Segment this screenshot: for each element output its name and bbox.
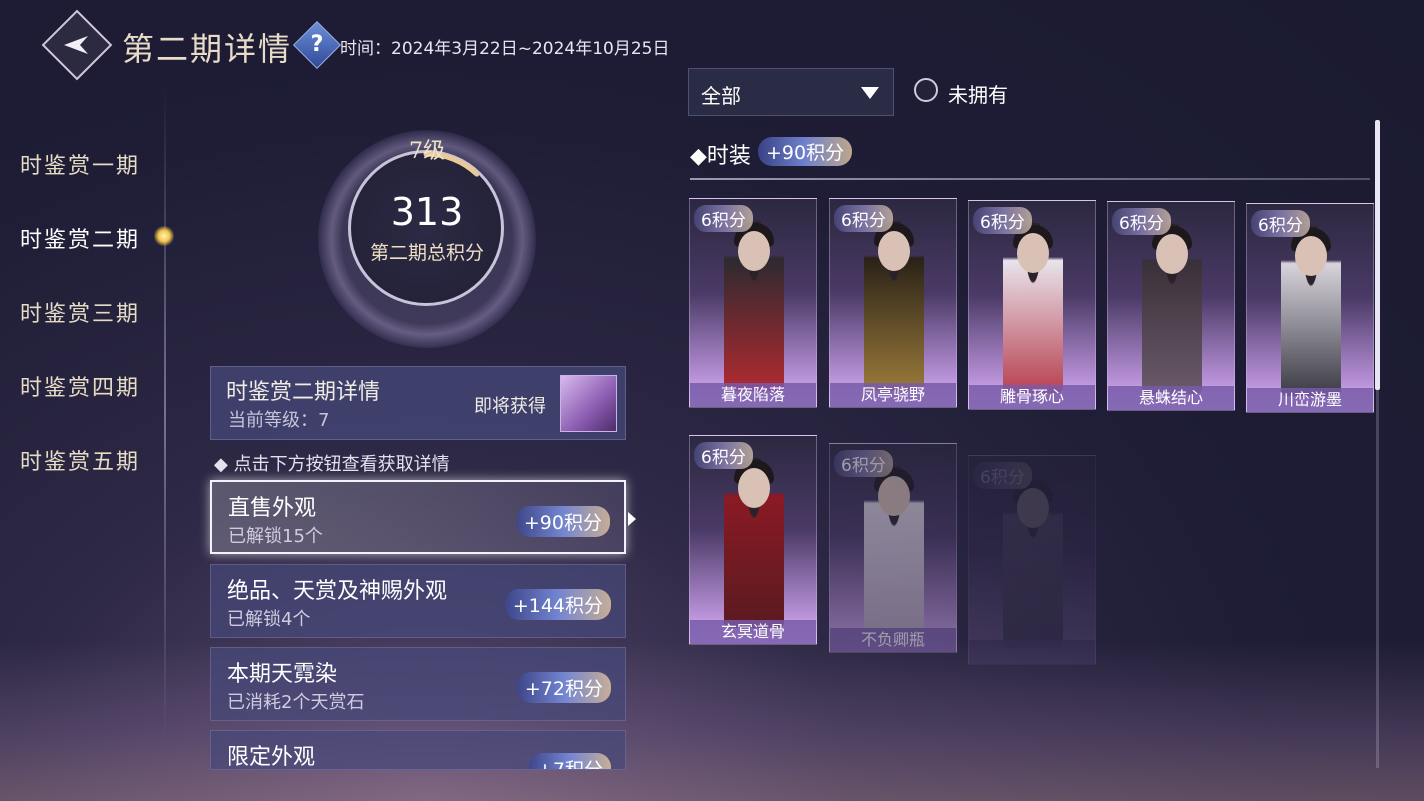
category-status: 已解锁15个	[228, 526, 323, 547]
outfit-points: 6积分	[1251, 210, 1310, 237]
outfit-card[interactable]: 6积分 悬蛛结心	[1107, 201, 1235, 411]
nav-item-period-2[interactable]: 时鉴赏二期	[20, 222, 140, 254]
outfit-name: 玄冥道骨	[690, 620, 816, 644]
outfit-points: 6积分	[1112, 208, 1171, 235]
score-caption: 第二期总积分	[369, 242, 484, 264]
outfit-name	[969, 640, 1095, 664]
section-divider	[690, 178, 1370, 180]
filter-dropdown[interactable]: 全部	[688, 68, 894, 116]
back-button[interactable]	[41, 9, 113, 81]
outfit-card[interactable]: 6积分	[968, 455, 1096, 665]
help-icon-glyph: ?	[310, 32, 324, 57]
outfit-name: 凤亭骁野	[830, 383, 956, 407]
outfit-name: 悬蛛结心	[1108, 386, 1234, 410]
page-title: 第二期详情	[122, 30, 293, 68]
outfit-name: 不负卿瓶	[830, 628, 956, 652]
not-owned-label[interactable]: 未拥有	[948, 79, 1008, 108]
outfit-head	[878, 231, 910, 271]
outfit-points: 6积分	[834, 205, 893, 232]
outfit-name: 雕骨琢心	[969, 385, 1095, 409]
outfit-points: 6积分	[694, 442, 753, 469]
outfit-name: 川峦游墨	[1247, 388, 1373, 412]
nav-divider	[164, 85, 166, 740]
outfit-head	[1017, 233, 1049, 273]
category-dye[interactable]: 本期天霓染 已消耗2个天赏石 +72积分	[210, 647, 626, 721]
outfit-card[interactable]: 6积分 川峦游墨	[1246, 203, 1374, 413]
outfit-points: 6积分	[973, 462, 1032, 489]
category-name: 绝品、天赏及神赐外观	[227, 579, 448, 604]
outfit-points: 6积分	[694, 205, 753, 232]
outfit-head	[738, 231, 770, 271]
not-owned-toggle[interactable]	[914, 78, 938, 102]
section-title-text: 时装	[706, 144, 751, 169]
outfit-points: 6积分	[973, 207, 1032, 234]
category-direct-sale[interactable]: 直售外观 已解锁15个 +90积分	[210, 480, 626, 554]
section-points: +90积分	[758, 137, 853, 166]
category-name: 限定外观	[227, 745, 316, 770]
nav-item-period-1[interactable]: 时鉴赏一期	[20, 148, 140, 180]
level-label: 7级	[409, 139, 445, 164]
category-points: +90积分	[515, 506, 610, 537]
scrollbar-thumb[interactable]	[1375, 120, 1380, 390]
category-points: +7积分	[528, 753, 611, 769]
category-name: 本期天霓染	[227, 662, 338, 687]
category-points: +144积分	[504, 589, 611, 620]
upcoming-reward-label: 即将获得	[474, 396, 546, 417]
outfit-card[interactable]: 6积分 暮夜陷落	[689, 198, 817, 408]
outfit-card[interactable]: 6积分 雕骨琢心	[968, 200, 1096, 410]
upcoming-reward-thumbnail[interactable]	[560, 375, 617, 432]
active-nav-marker-icon	[154, 226, 174, 246]
outfit-card[interactable]: 6积分 不负卿瓶	[829, 443, 957, 653]
category-status: 已解锁4个	[227, 609, 311, 630]
detail-title: 时鉴赏二期详情	[226, 380, 381, 405]
back-arrow-icon	[64, 36, 88, 54]
outfit-head	[1156, 234, 1188, 274]
category-premium-outfits[interactable]: 绝品、天赏及神赐外观 已解锁4个 +144积分	[210, 564, 626, 638]
category-limited-outfits[interactable]: 限定外观 +7积分	[210, 730, 626, 770]
outfit-card[interactable]: 6积分 凤亭骁野	[829, 198, 957, 408]
help-icon[interactable]: ?	[292, 20, 342, 70]
category-points: +72积分	[516, 672, 611, 703]
outfit-card[interactable]: 6积分 玄冥道骨	[689, 435, 817, 645]
section-title: ◆时装	[690, 144, 751, 169]
dropdown-arrow-icon	[861, 87, 879, 99]
outfit-points: 6积分	[834, 450, 893, 477]
outfit-head	[1295, 236, 1327, 276]
period-time: 时间：2024年3月22日~2024年10月25日	[340, 39, 670, 59]
category-name: 直售外观	[228, 496, 317, 521]
dropdown-value: 全部	[701, 84, 741, 108]
hint-label: 点击下方按钮查看获取详情	[233, 454, 450, 475]
nav-item-period-3[interactable]: 时鉴赏三期	[20, 296, 140, 328]
selected-arrow-icon	[628, 512, 636, 526]
nav-item-period-5[interactable]: 时鉴赏五期	[20, 444, 140, 476]
total-score: 313	[390, 190, 464, 234]
category-status: 已消耗2个天赏石	[227, 692, 365, 713]
nav-item-period-4[interactable]: 时鉴赏四期	[20, 370, 140, 402]
outfit-name: 暮夜陷落	[690, 383, 816, 407]
outfit-head	[738, 468, 770, 508]
current-level: 当前等级：7	[228, 410, 330, 431]
outfit-head	[878, 476, 910, 516]
outfit-head	[1017, 488, 1049, 528]
hint-text: ◆ 点击下方按钮查看获取详情	[214, 454, 450, 475]
